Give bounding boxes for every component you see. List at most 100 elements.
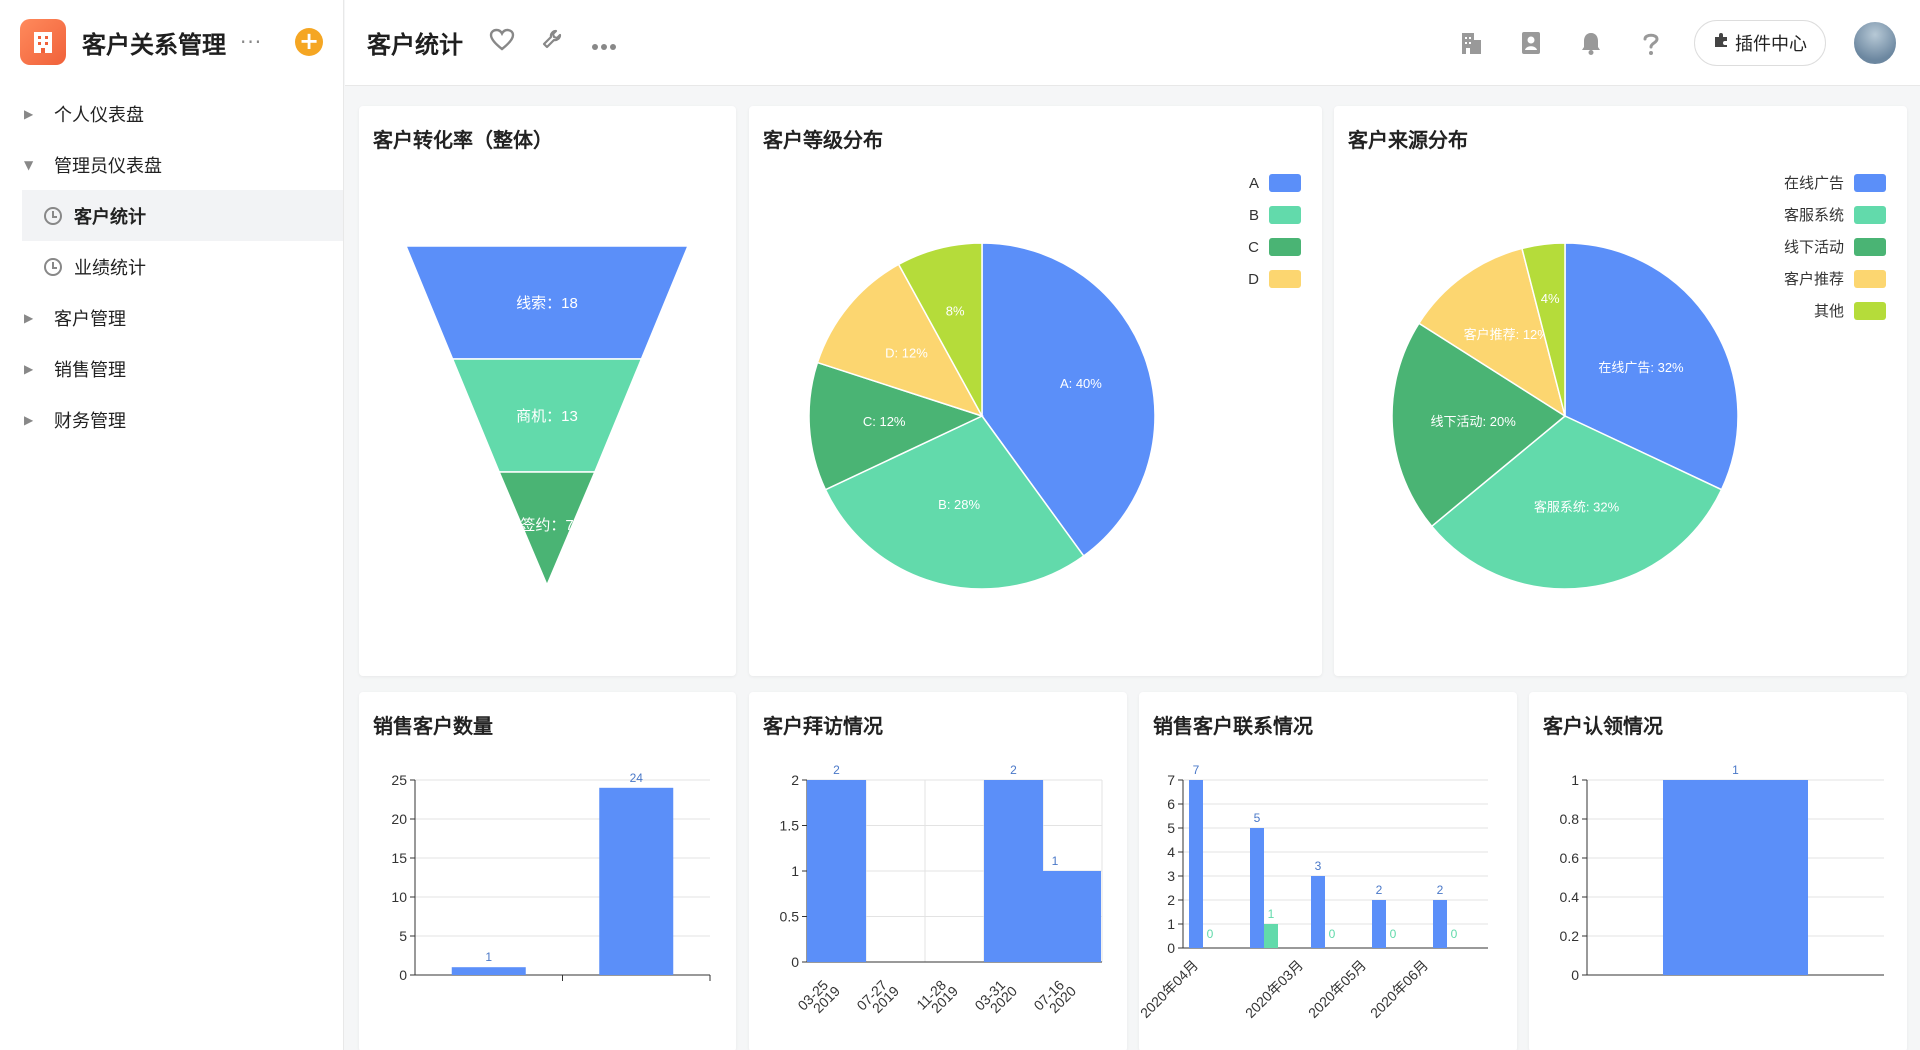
y-tick-label: 2	[791, 772, 799, 788]
clock-icon	[44, 257, 62, 276]
x-tick-label: 2020年06月	[1367, 957, 1431, 1021]
pie-label: 客户推荐: 12%	[1464, 327, 1550, 342]
claims-card: 客户认领情况 0 0.2 0.4 0.6 0.8 1 1	[1529, 692, 1907, 1050]
bar	[1663, 780, 1808, 975]
app-more-icon[interactable]: ···	[240, 30, 262, 54]
sidebar-nav: ▶ 个人仪表盘 ▼ 管理员仪表盘 客户统计 业绩统计 ▶ 客户管理 ▶ 销售管理…	[0, 88, 343, 445]
topbar: 客户统计 插件中心	[345, 0, 1920, 86]
app-header: 客户关系管理 ··· +	[0, 0, 343, 84]
y-tick-label: 0.2	[1560, 928, 1580, 944]
caret-right-icon: ▶	[24, 310, 34, 325]
y-tick-label: 1	[1571, 772, 1579, 788]
funnel-card: 客户转化率（整体） 线索：18 商机：13 签约：7	[359, 106, 736, 676]
page-title: 客户统计	[367, 31, 463, 59]
legend-label: A	[1249, 175, 1259, 192]
bar	[1311, 876, 1325, 948]
sidebar: 客户关系管理 ··· + ▶ 个人仪表盘 ▼ 管理员仪表盘 客户统计 业绩统计 …	[0, 0, 344, 1050]
bar	[1372, 900, 1386, 948]
pie-label: D: 12%	[885, 346, 928, 361]
sidebar-item-label: 客户统计	[74, 206, 146, 228]
sidebar-item-finance-management[interactable]: ▶ 财务管理	[0, 394, 343, 445]
bar-value-label: 3	[1315, 859, 1322, 873]
x-tick-label: 2020年05月	[1305, 957, 1369, 1021]
sidebar-item-label: 业绩统计	[74, 257, 146, 279]
y-tick-label: 0.5	[780, 909, 800, 925]
bar-value-label: 2	[1437, 883, 1444, 897]
legend-swatch	[1269, 206, 1301, 224]
legend-label: 在线广告	[1784, 175, 1844, 192]
y-tick-label: 4	[1167, 844, 1175, 860]
app-title: 客户关系管理	[82, 30, 226, 59]
y-tick-label: 10	[391, 889, 407, 905]
legend-label: 其他	[1814, 303, 1844, 320]
bar-value-label: 0	[1451, 927, 1458, 941]
funnel-label: 线索：18	[516, 295, 578, 312]
more-icon[interactable]	[591, 29, 617, 57]
y-tick-label: 6	[1167, 796, 1175, 812]
building-icon[interactable]	[1452, 24, 1490, 62]
pie-label: 4%	[1541, 291, 1560, 306]
caret-right-icon: ▶	[24, 361, 34, 376]
add-icon[interactable]: +	[295, 28, 323, 56]
sidebar-item-label: 管理员仪表盘	[54, 155, 162, 177]
visits-bar-chart: 00.511.522 2103-252019 07-272019 11-282019 0…	[780, 763, 1103, 1016]
bar-value-label: 2	[1010, 763, 1017, 777]
sidebar-item-personal-dashboard[interactable]: ▶ 个人仪表盘	[0, 88, 343, 139]
sidebar-item-performance-stats[interactable]: 业绩统计	[0, 241, 343, 292]
legend-label: 线下活动	[1784, 239, 1844, 256]
y-tick-label: 0.4	[1560, 889, 1580, 905]
sidebar-item-customer-management[interactable]: ▶ 客户管理	[0, 292, 343, 343]
y-tick-label: 0	[1167, 940, 1175, 956]
y-tick-label: 2	[1167, 892, 1175, 908]
caret-down-icon: ▼	[24, 157, 34, 172]
y-tick-label: 5	[399, 928, 407, 944]
plugin-center-button[interactable]: 插件中心	[1694, 19, 1826, 66]
pie-label: A: 40%	[1060, 376, 1102, 391]
contacts-bar-chart: 0123456770513020202020年04月 2020年03月2020年0…	[1139, 763, 1488, 1021]
sales-count-bar-chart: 0 5 10 15 20 25 1 24	[391, 771, 711, 983]
wrench-icon[interactable]	[541, 28, 565, 58]
caret-right-icon: ▶	[24, 412, 34, 427]
pie-label: 8%	[946, 303, 965, 318]
legend-label: B	[1249, 207, 1259, 224]
y-tick-label: 25	[391, 772, 407, 788]
sidebar-item-customer-stats[interactable]: 客户统计	[22, 190, 343, 241]
bar-value-label: 0	[1329, 927, 1336, 941]
bar-value-label: 0	[1207, 927, 1214, 941]
pie-label: C: 12%	[863, 414, 906, 429]
legend-swatch	[1854, 206, 1886, 224]
bar	[1433, 900, 1447, 948]
visits-card: 客户拜访情况 0 0.5 1 1.5 2 2 2 1 03-25 2019 07-27 2019 11-…	[749, 692, 1127, 1050]
bell-icon[interactable]	[1572, 24, 1610, 62]
sidebar-item-label: 个人仪表盘	[54, 104, 144, 126]
legend-label: 客服系统	[1784, 207, 1844, 224]
y-tick-label: 5	[1167, 820, 1175, 836]
app-logo-icon[interactable]	[20, 19, 66, 65]
source-pie-chart: 在线广告: 32% 客服系统: 32% 线下活动: 20% 客户推荐: 12% 4% 在线…	[1391, 174, 1886, 590]
pie-label: B: 28%	[938, 497, 980, 512]
heart-icon[interactable]	[489, 28, 515, 58]
y-tick-label: 1	[791, 863, 799, 879]
bar	[1264, 924, 1278, 948]
sales-count-card: 销售客户数量 0 5 10 15 20 25 1 24	[359, 692, 736, 1050]
funnel-label: 签约：7	[520, 517, 573, 534]
bar-value-label: 2	[1376, 883, 1383, 897]
contacts-icon[interactable]	[1512, 24, 1550, 62]
bar-value-label: 2	[833, 763, 840, 777]
bar-value-label: 0	[1390, 927, 1397, 941]
avatar[interactable]	[1852, 19, 1898, 66]
sidebar-item-sales-management[interactable]: ▶ 销售管理	[0, 343, 343, 394]
bar-value-label: 24	[630, 771, 644, 785]
bar-value-label: 1	[1732, 763, 1739, 777]
bar	[599, 787, 674, 975]
funnel-chart: 线索：18 商机：13 签约：7	[404, 245, 690, 587]
y-tick-label: 0.6	[1560, 850, 1580, 866]
source-card: 客户来源分布 在线广告: 32% 客服系统: 32% 线下活动: 20% 客户推荐: …	[1334, 106, 1907, 676]
legend-swatch	[1854, 302, 1886, 320]
puzzle-icon	[1713, 32, 1729, 53]
bar	[807, 780, 866, 962]
y-tick-label: 0	[791, 954, 799, 970]
sidebar-item-admin-dashboard[interactable]: ▼ 管理员仪表盘	[0, 139, 343, 190]
plugin-center-label: 插件中心	[1735, 33, 1807, 55]
help-icon[interactable]	[1632, 24, 1670, 62]
